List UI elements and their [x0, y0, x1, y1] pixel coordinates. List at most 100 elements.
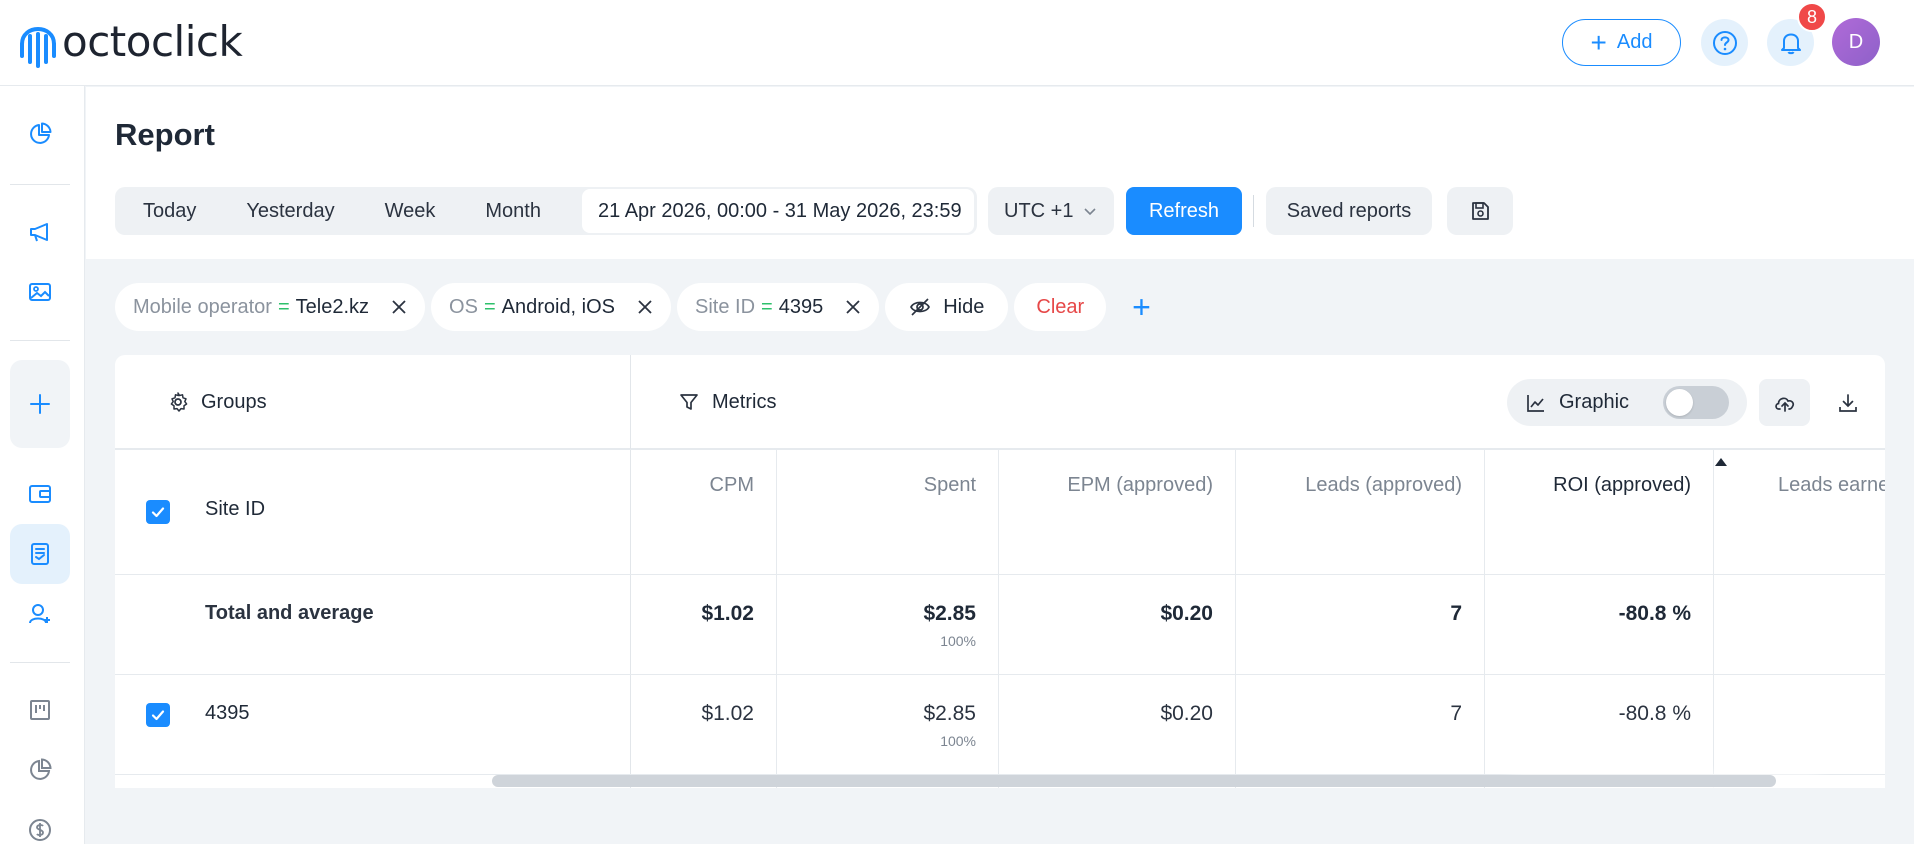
- filter-operator: =: [483, 295, 496, 318]
- check-icon: [151, 710, 165, 721]
- sidebar-item-dashboard[interactable]: [10, 104, 70, 164]
- wallet-icon: [29, 485, 51, 503]
- clear-filters-button[interactable]: Clear: [1014, 283, 1107, 331]
- page-title: Report: [115, 117, 215, 152]
- save-report-button[interactable]: [1447, 187, 1513, 235]
- report-table: Groups Metrics Graphic Site ID Total and…: [115, 355, 1885, 788]
- total-epm: $0.20: [1160, 602, 1213, 625]
- row-site-id[interactable]: 4395: [205, 702, 250, 725]
- notification-badge: 8: [1797, 2, 1827, 32]
- column-header-cpm[interactable]: CPM: [710, 474, 754, 497]
- row-epm: $0.20: [1160, 702, 1213, 725]
- horizontal-scrollbar[interactable]: [492, 775, 1776, 787]
- sidebar-item-creatives[interactable]: [10, 262, 70, 322]
- download-icon: [1838, 393, 1857, 412]
- sidebar-divider: [10, 340, 70, 341]
- row-cpm: $1.02: [701, 702, 754, 725]
- octoclick-logo-icon: [20, 27, 56, 68]
- filter-chip-site-id[interactable]: Site ID = 4395: [677, 283, 880, 331]
- filter-icon: [680, 394, 698, 410]
- total-row-label: Total and average: [205, 602, 374, 624]
- hide-filters-button[interactable]: Hide: [885, 283, 1009, 331]
- close-icon[interactable]: [845, 299, 861, 315]
- filter-value: 4395: [778, 295, 824, 318]
- column-header-spent[interactable]: Spent: [924, 474, 976, 497]
- pie-chart-icon: [30, 758, 52, 780]
- user-add-icon: [29, 604, 50, 624]
- sidebar-item-board[interactable]: [10, 680, 70, 740]
- filter-chip-mobile-operator[interactable]: Mobile operator = Tele2.kz: [115, 283, 426, 331]
- divider: [115, 574, 1885, 575]
- sidebar-item-create[interactable]: [10, 360, 70, 448]
- kanban-icon: [30, 700, 50, 720]
- metrics-button[interactable]: Metrics: [678, 355, 776, 449]
- image-icon: [29, 283, 51, 301]
- timezone-value: UTC +1: [1004, 199, 1074, 222]
- report-controls: Report Today Yesterday Week Month 21 Apr…: [86, 87, 1914, 259]
- filter-chip-os[interactable]: OS = Android, iOS: [431, 283, 672, 331]
- period-week[interactable]: Week: [360, 187, 461, 235]
- sidebar-item-referrals[interactable]: [10, 584, 70, 644]
- cloud-upload-icon: [1774, 397, 1794, 412]
- row-checkbox[interactable]: [146, 703, 170, 727]
- close-icon[interactable]: [391, 299, 407, 315]
- graphic-toggle-group: Graphic: [1507, 379, 1747, 426]
- sidebar-item-campaigns[interactable]: [10, 202, 70, 262]
- frozen-group-column: [115, 355, 631, 788]
- column-header-epm[interactable]: EPM (approved): [1067, 474, 1213, 497]
- filter-value: Android, iOS: [501, 295, 616, 318]
- graphic-toggle[interactable]: [1663, 386, 1729, 419]
- period-month[interactable]: Month: [460, 187, 566, 235]
- avatar[interactable]: D: [1832, 18, 1880, 66]
- metrics-label: Metrics: [712, 390, 777, 413]
- logo[interactable]: octoclick: [18, 14, 243, 68]
- filter-key: Mobile operator: [133, 295, 272, 318]
- line-chart-icon: [1527, 394, 1544, 412]
- sidebar-item-report[interactable]: [10, 524, 70, 584]
- select-all-checkbox[interactable]: [146, 500, 170, 524]
- column-divider: [776, 449, 777, 788]
- group-column-header[interactable]: Site ID: [205, 498, 265, 521]
- close-icon[interactable]: [637, 299, 653, 315]
- column-divider: [998, 449, 999, 788]
- eye-off-icon: [910, 298, 931, 316]
- add-button[interactable]: + Add: [1562, 19, 1681, 66]
- help-button[interactable]: [1701, 19, 1748, 66]
- saved-reports-button[interactable]: Saved reports: [1266, 187, 1432, 235]
- total-spent: $2.85: [923, 602, 976, 625]
- sort-ascending-icon: [1715, 458, 1727, 466]
- filter-key: Site ID: [695, 295, 756, 318]
- timezone-select[interactable]: UTC +1: [988, 187, 1114, 235]
- report-icon: [31, 543, 49, 565]
- period-today[interactable]: Today: [115, 187, 221, 235]
- column-divider: [1235, 449, 1236, 788]
- row-roi: -80.8 %: [1618, 702, 1691, 725]
- filter-key: OS: [449, 295, 478, 318]
- help-icon: [1712, 30, 1737, 55]
- download-button[interactable]: [1822, 379, 1873, 426]
- plus-icon: [30, 394, 50, 414]
- sidebar-divider: [10, 184, 70, 185]
- pie-chart-icon: [30, 122, 52, 144]
- refresh-button[interactable]: Refresh: [1126, 187, 1242, 235]
- megaphone-icon: [30, 223, 48, 242]
- sidebar-divider: [10, 662, 70, 663]
- dollar-icon: [29, 819, 51, 841]
- filter-value: Tele2.kz: [295, 295, 370, 318]
- period-yesterday[interactable]: Yesterday: [221, 187, 359, 235]
- divider: [115, 449, 1885, 450]
- column-header-roi[interactable]: ROI (approved): [1553, 474, 1691, 497]
- date-range-input[interactable]: 21 Apr 2026, 00:00 - 31 May 2026, 23:59: [582, 189, 974, 233]
- sidebar-item-payments[interactable]: [10, 800, 70, 844]
- filter-operator: =: [277, 295, 290, 318]
- add-filter-button[interactable]: +: [1132, 289, 1151, 326]
- filter-operator: =: [761, 295, 773, 318]
- top-header: octoclick + Add 8 D: [0, 0, 1914, 86]
- sidebar-item-finance[interactable]: [10, 464, 70, 524]
- column-header-leads-earned[interactable]: Leads earne: [1778, 474, 1885, 497]
- row-spent: $2.85: [923, 702, 976, 725]
- bell-icon: [1780, 33, 1801, 54]
- export-cloud-button[interactable]: [1759, 379, 1810, 426]
- sidebar-item-statistics[interactable]: [10, 740, 70, 800]
- column-header-leads[interactable]: Leads (approved): [1305, 474, 1462, 497]
